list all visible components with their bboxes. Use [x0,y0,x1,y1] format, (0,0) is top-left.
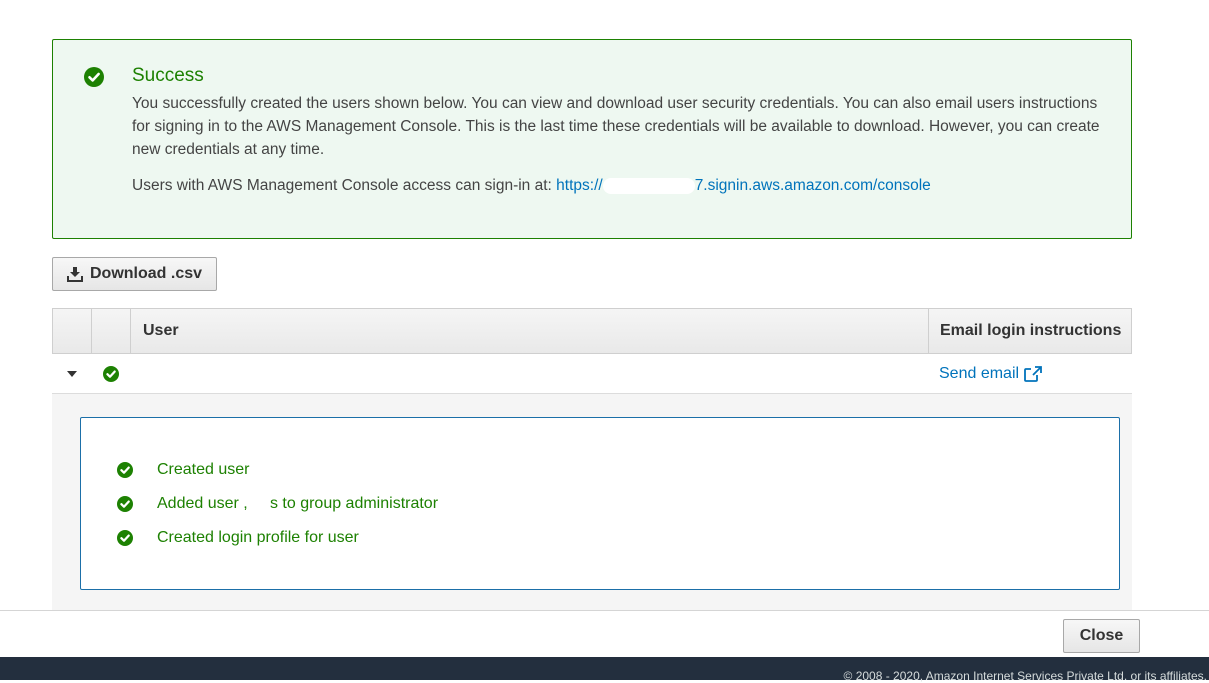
download-csv-button[interactable]: Download .csv [52,257,217,291]
header-status-col [92,309,131,353]
signin-info: Users with AWS Management Console access… [132,177,931,195]
success-check-icon [117,462,133,478]
success-check-icon [117,496,133,512]
close-button[interactable]: Close [1063,619,1140,653]
caret-down-icon [66,370,77,377]
expand-toggle[interactable] [52,354,91,393]
table-row: Send email [52,354,1132,394]
success-check-icon [117,530,133,546]
external-link-icon [1024,365,1042,382]
log-item-text: Created user [157,461,250,478]
success-check-icon [84,67,104,87]
log-item: Added user , s to group administrator [117,495,438,513]
copyright-text: © 2008 - 2020, Amazon Internet Services … [843,669,1207,683]
send-email-label: Send email [939,364,1020,382]
header-email-instructions: Email login instructions [940,322,1122,339]
row-status [91,354,130,393]
log-item: Created login profile for user [117,529,359,547]
table-header: User Email login instructions [52,308,1132,354]
close-label: Close [1079,627,1124,644]
header-expand-col [53,309,92,353]
log-item: Created user [117,461,250,479]
modal-footer [0,610,1209,658]
alert-message: You successfully created the users shown… [132,95,1100,158]
download-icon [66,266,83,282]
expanded-row-details: Created user Added user , s to group adm… [52,394,1132,610]
header-user: User [131,309,929,353]
page-footer: © 2008 - 2020, Amazon Internet Services … [0,657,1209,683]
signin-link-end: 7.signin.aws.amazon.com/console [694,177,931,194]
alert-title: Success [132,65,204,86]
signin-prefix: Users with AWS Management Console access… [132,177,552,194]
user-creation-log: Created user Added user , s to group adm… [80,417,1120,590]
row-email-cell: Send email [928,354,1130,393]
redacted-account-id [602,177,695,194]
signin-link-start: https:// [556,177,603,194]
success-alert: Success You successfully created the use… [52,39,1132,239]
send-email-link[interactable]: Send email [939,365,1042,383]
log-item-text: Added user , s to group administrator [157,495,439,512]
users-table: User Email login instructions Send email [52,308,1132,394]
log-item-text: Created login profile for user [157,529,359,546]
success-check-icon [102,365,119,382]
console-signin-link[interactable]: https:// 7.signin.aws.amazon.com/console [556,177,931,194]
download-csv-label: Download .csv [89,265,203,282]
row-user-name [130,354,928,393]
